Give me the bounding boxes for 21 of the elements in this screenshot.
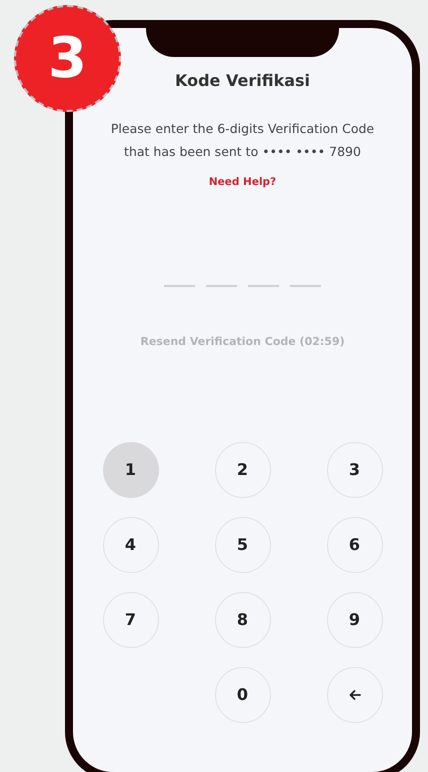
code-slot[interactable] xyxy=(164,284,195,287)
keypad-key[interactable]: 1 xyxy=(102,442,158,498)
step-badge: 3 xyxy=(14,5,121,112)
code-slot[interactable] xyxy=(248,284,279,287)
backspace-key[interactable] xyxy=(326,667,382,724)
keypad-key[interactable]: 9 xyxy=(326,592,382,648)
keypad-key[interactable]: 0 xyxy=(214,667,270,724)
instruction-text: that has been sent to •••• •••• 7890 xyxy=(124,143,361,161)
code-slot[interactable] xyxy=(206,284,237,287)
keypad-key[interactable]: 2 xyxy=(214,442,270,498)
screen-title: Kode Verifikasi xyxy=(174,70,310,92)
back-arrow-icon xyxy=(348,689,360,702)
keypad-key[interactable]: 6 xyxy=(326,517,382,574)
instruction-text: Please enter the 6-digits Verification Code xyxy=(110,120,374,138)
need-help-link[interactable]: Need Help? xyxy=(208,175,276,191)
code-slot[interactable] xyxy=(290,284,321,287)
keypad-key[interactable]: 4 xyxy=(102,517,158,574)
keypad-key[interactable]: 7 xyxy=(102,592,158,648)
keypad-key[interactable]: 8 xyxy=(214,592,270,648)
keypad-key[interactable]: 5 xyxy=(214,517,270,574)
keypad-key[interactable]: 3 xyxy=(326,442,382,498)
